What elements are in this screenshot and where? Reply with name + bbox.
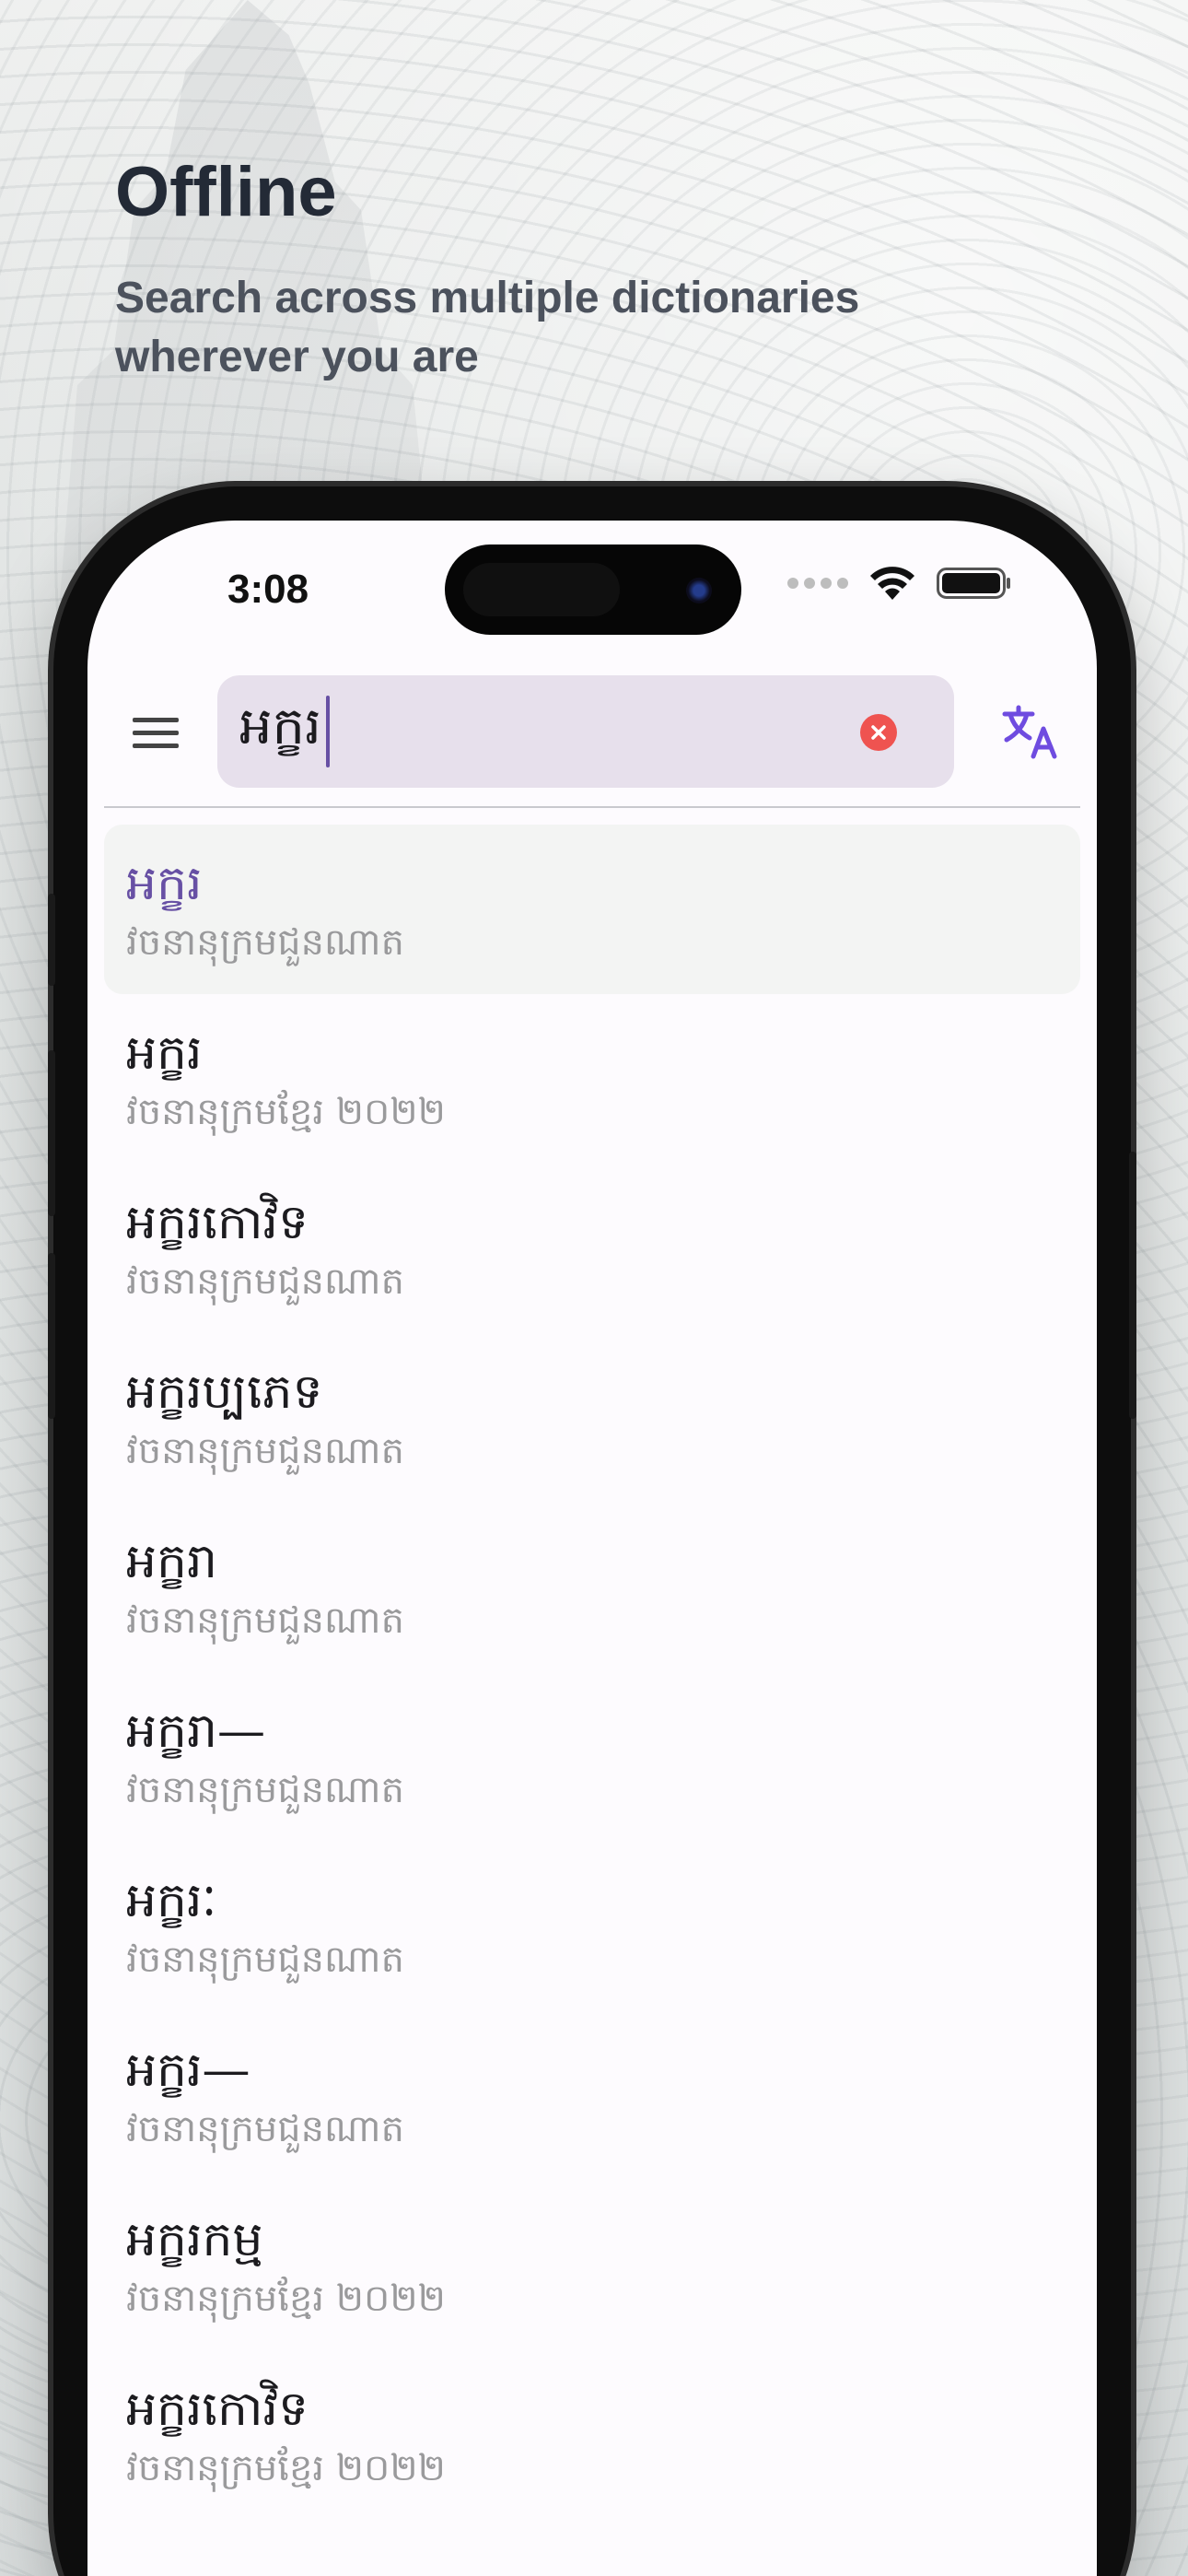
search-input[interactable] (239, 692, 810, 771)
text-cursor (326, 696, 330, 767)
promo-subtitle: Search across multiple dictionaries wher… (115, 274, 860, 381)
result-item[interactable]: អក្ខរកម្ម វចនានុក្រមខ្មែរ ២០២២ (104, 2181, 1080, 2350)
result-item[interactable]: អក្ខរា— វចនានុក្រមជួនណាត (104, 1672, 1080, 1842)
front-camera (686, 578, 712, 603)
result-source: វចនានុក្រមជួនណាត (126, 1260, 404, 1303)
clear-search-button[interactable] (860, 714, 897, 751)
phone-silent-switch (48, 894, 55, 986)
clear-icon (871, 725, 886, 740)
phone-volume-down (48, 1253, 55, 1419)
translate-button[interactable] (1001, 703, 1060, 762)
result-word: អក្ខរប្បភេទ (126, 1364, 323, 1420)
status-indicators (787, 565, 1012, 602)
menu-button[interactable] (128, 705, 183, 760)
result-item[interactable]: អក្ខរកោវិទ វចនានុក្រមជួនណាត (104, 1164, 1080, 1333)
result-item[interactable]: អក្ខរកោវិទ វចនានុក្រមខ្មែរ ២០២២ (104, 2350, 1080, 2520)
result-word: អក្ខរ (126, 1025, 203, 1081)
result-word: អក្ខរកម្ម (126, 2212, 263, 2267)
phone-power-button (1129, 1152, 1136, 1419)
menu-icon (133, 718, 179, 748)
result-item[interactable]: អក្ខរ— វចនានុក្រមជួនណាត (104, 2011, 1080, 2181)
result-word: អក្ខរកោវិទ (126, 1195, 309, 1250)
result-source: វចនានុក្រមខ្មែរ ២០២២ (126, 2277, 446, 2320)
result-item[interactable]: អក្ខរប្បភេទ វចនានុក្រមជួនណាត (104, 1333, 1080, 1503)
result-item[interactable]: អក្ខរ វចនានុក្រមខ្មែរ ២០២២ (104, 994, 1080, 1164)
result-source: វចនានុក្រមខ្មែរ ២០២២ (126, 1091, 446, 1133)
phone-volume-up (48, 1050, 55, 1216)
app-bar (87, 675, 1097, 788)
results-list: អក្ខរ វចនានុក្រមជួនណាត អក្ខរ វចនានុក្រមខ… (104, 825, 1080, 2520)
result-word: អក្ខរ— (126, 2043, 250, 2098)
translate-icon (1002, 705, 1057, 759)
result-source: វចនានុក្រមជួនណាត (126, 1599, 404, 1642)
result-word: អក្ខរ (126, 856, 203, 911)
result-source: វចនានុក្រមជួនណាត (126, 1430, 404, 1472)
result-item[interactable]: អក្ខរ វចនានុក្រមជួនណាត (104, 825, 1080, 994)
result-word: អក្ខរកោវិទ (126, 2382, 309, 2437)
cellular-signal-icon (787, 578, 848, 589)
result-item[interactable]: អក្ខរា វចនានុក្រមជួនណាត (104, 1503, 1080, 1672)
battery-icon (937, 568, 1010, 599)
search-box (217, 675, 954, 788)
dynamic-island (445, 544, 741, 635)
result-source: វចនានុក្រមជួនណាត (126, 2108, 404, 2150)
status-time: 3:08 (227, 567, 309, 612)
island-sensor (463, 563, 620, 616)
wifi-icon (870, 567, 914, 600)
result-source: វចនានុក្រមជួនណាត (126, 921, 404, 964)
result-source: វចនានុក្រមជួនណាត (126, 1769, 404, 1811)
result-word: អក្ខរា— (126, 1704, 266, 1759)
promo-title: Offline (115, 153, 337, 231)
app-bar-divider (104, 806, 1080, 808)
result-source: វចនានុក្រមជួនណាត (126, 1938, 404, 1981)
result-word: អក្ខរា (126, 1534, 218, 1589)
phone-screen: 3:08 អក្ខរ អក្ខរ វចនានុក្រមជួនណាត អក្ខរ … (87, 521, 1097, 2576)
result-item[interactable]: អក្ខរៈ វចនានុក្រមជួនណាត (104, 1842, 1080, 2011)
result-word: អក្ខរៈ (126, 1873, 217, 1928)
result-source: វចនានុក្រមខ្មែរ ២០២២ (126, 2447, 446, 2489)
